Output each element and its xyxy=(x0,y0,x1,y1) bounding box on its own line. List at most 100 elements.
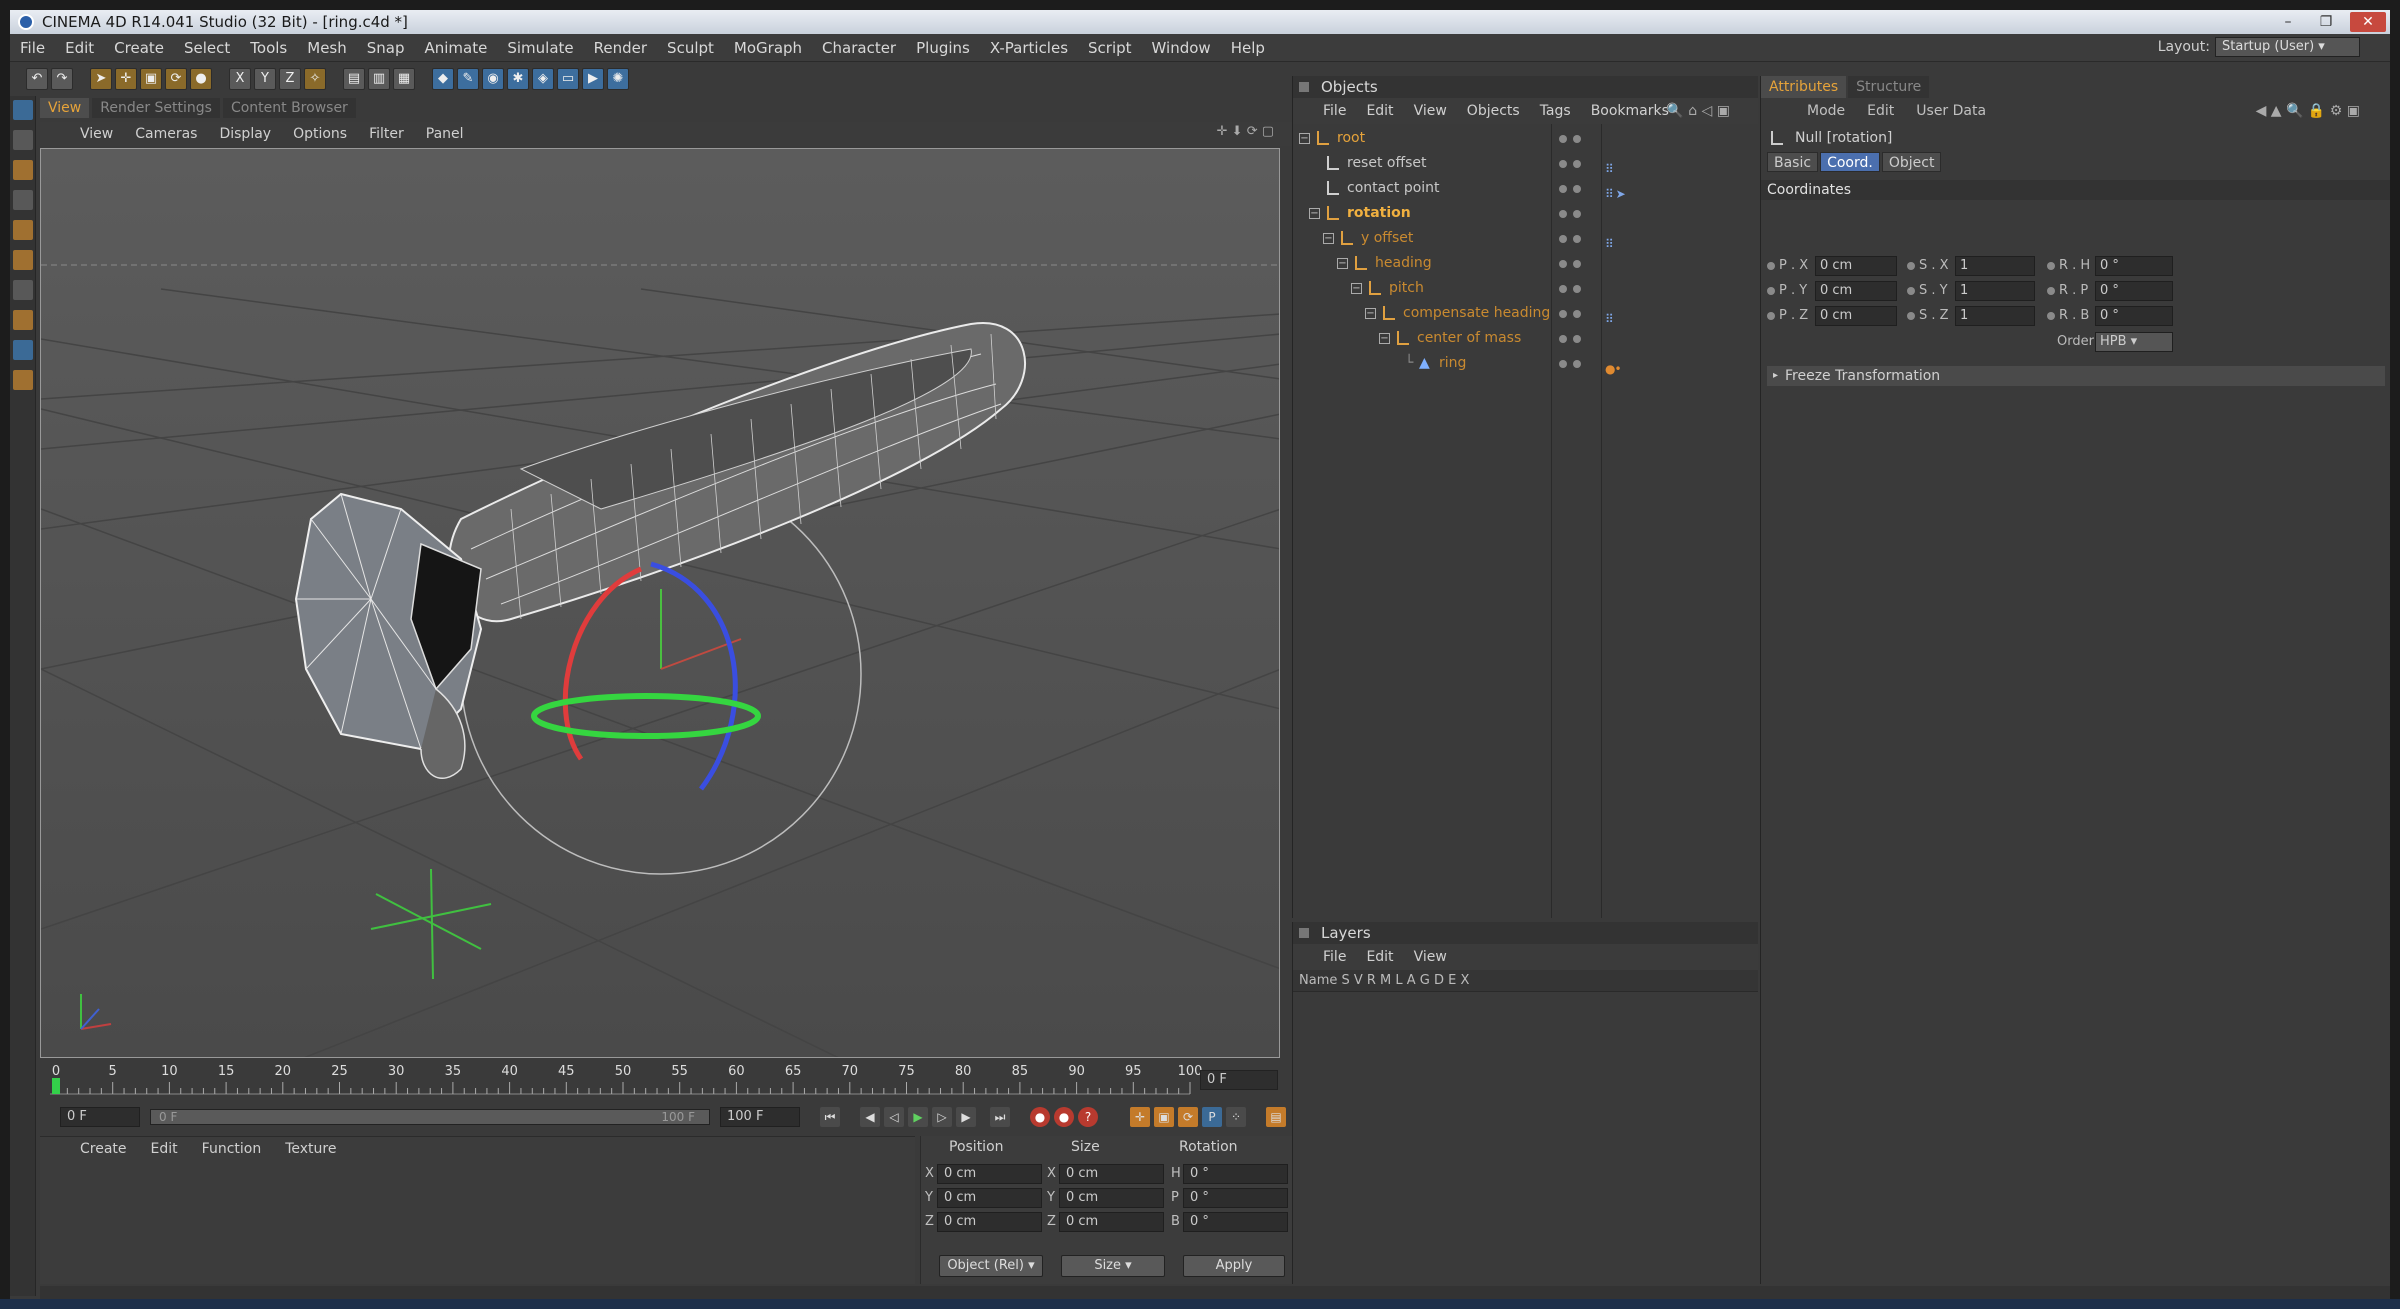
editor-visibility-dot[interactable] xyxy=(1559,185,1567,193)
axis-mode-icon[interactable] xyxy=(13,280,33,300)
selection-tool-icon[interactable]: ➤ xyxy=(90,68,112,90)
editor-visibility-dot[interactable] xyxy=(1559,310,1567,318)
panel-grip-icon[interactable] xyxy=(1299,928,1309,938)
workplane-mode-icon[interactable] xyxy=(13,160,33,180)
attributes-nav-icons[interactable]: ◀ ▲ 🔍 🔒 ⚙ ▣ xyxy=(2256,98,2360,124)
3d-viewport[interactable] xyxy=(40,148,1280,1058)
x-axis-lock-icon[interactable]: X xyxy=(229,68,251,90)
points-mode-icon[interactable] xyxy=(13,190,33,210)
object-row-center-of-mass[interactable]: − center of mass xyxy=(1293,326,1759,351)
freeze-transformation-group[interactable]: ▸ Freeze Transformation xyxy=(1767,366,2385,386)
material-menu-create[interactable]: Create xyxy=(80,1141,127,1157)
objects-search-home-icons[interactable]: 🔍 ⌂ ◁ ▣ xyxy=(1666,98,1730,124)
attributes-menu-user-data[interactable]: User Data xyxy=(1916,98,1986,124)
coordinate-system-icon[interactable]: ✧ xyxy=(304,68,326,90)
r-b-field[interactable]: 0 ° xyxy=(2095,306,2173,326)
animation-dot[interactable] xyxy=(1767,287,1775,295)
rotate-tool-icon[interactable]: ⟳ xyxy=(165,68,187,90)
menu-mesh[interactable]: Mesh xyxy=(307,39,347,57)
animation-dot[interactable] xyxy=(1907,312,1915,320)
close-button[interactable]: ✕ xyxy=(2350,12,2386,32)
record-active-objects-icon[interactable]: ● xyxy=(1030,1107,1050,1127)
position-x-field[interactable]: 0 cm xyxy=(937,1164,1042,1184)
objects-menu-edit[interactable]: Edit xyxy=(1366,98,1393,124)
z-axis-lock-icon[interactable]: Z xyxy=(279,68,301,90)
object-row-compensate-heading[interactable]: − compensate heading ⠿ xyxy=(1293,301,1759,326)
render-visibility-dot[interactable] xyxy=(1573,310,1581,318)
render-visibility-dot[interactable] xyxy=(1573,260,1581,268)
render-settings-icon[interactable]: ▦ xyxy=(393,68,415,90)
menu-script[interactable]: Script xyxy=(1088,39,1132,57)
render-visibility-dot[interactable] xyxy=(1573,360,1581,368)
go-to-next-key-icon[interactable]: ▶ xyxy=(956,1107,976,1127)
coordinate-mode-dropdown[interactable]: Object (Rel) ▾ xyxy=(939,1255,1043,1277)
menu-x-particles[interactable]: X-Particles xyxy=(990,39,1068,57)
collapse-icon[interactable]: − xyxy=(1309,208,1320,219)
recent-tool-icon[interactable]: ● xyxy=(190,68,212,90)
menu-sculpt[interactable]: Sculpt xyxy=(667,39,714,57)
go-to-end-icon[interactable]: ⏭ xyxy=(990,1107,1010,1127)
go-to-prev-frame-icon[interactable]: ◁ xyxy=(884,1107,904,1127)
play-forward-icon[interactable]: ▶ xyxy=(908,1107,928,1127)
object-row-heading[interactable]: − heading xyxy=(1293,251,1759,276)
render-visibility-dot[interactable] xyxy=(1573,210,1581,218)
p-y-field[interactable]: 0 cm xyxy=(1815,281,1897,301)
record-parameter-icon[interactable]: P xyxy=(1202,1107,1222,1127)
animation-dot[interactable] xyxy=(2047,287,2055,295)
polygons-mode-icon[interactable] xyxy=(13,250,33,270)
viewport-menu-cameras[interactable]: Cameras xyxy=(135,126,197,142)
render-visibility-dot[interactable] xyxy=(1573,160,1581,168)
tab-attributes[interactable]: Attributes xyxy=(1761,76,1847,98)
s-x-field[interactable]: 1 xyxy=(1955,256,2035,276)
menu-mograph[interactable]: MoGraph xyxy=(734,39,802,57)
rotation-h-field[interactable]: 0 ° xyxy=(1183,1164,1288,1184)
editor-visibility-dot[interactable] xyxy=(1559,360,1567,368)
object-row-contact-point[interactable]: contact point ⠿ ➤ xyxy=(1293,176,1759,201)
timeline[interactable]: 0 5 10 15 20 25 30 35 40 45 50 55 60 65 70 75 80 85 90 95 10… xyxy=(40,1064,1280,1098)
size-z-field[interactable]: 0 cm xyxy=(1059,1212,1164,1232)
menu-simulate[interactable]: Simulate xyxy=(507,39,573,57)
y-axis-lock-icon[interactable]: Y xyxy=(254,68,276,90)
phong-tag-icon[interactable]: ●• xyxy=(1605,357,1622,382)
menu-render[interactable]: Render xyxy=(594,39,647,57)
texture-mode-icon[interactable] xyxy=(13,130,33,150)
menu-edit[interactable]: Edit xyxy=(65,39,94,57)
apply-button[interactable]: Apply xyxy=(1183,1255,1285,1277)
min-frame-field[interactable]: 0 F xyxy=(60,1107,140,1127)
current-frame-field[interactable]: 0 F xyxy=(1200,1070,1278,1090)
subtab-basic[interactable]: Basic xyxy=(1767,152,1819,172)
maximize-button[interactable]: ❐ xyxy=(2308,12,2344,32)
render-visibility-dot[interactable] xyxy=(1573,135,1581,143)
playhead[interactable] xyxy=(52,1078,60,1094)
menu-animate[interactable]: Animate xyxy=(425,39,488,57)
render-visibility-dot[interactable] xyxy=(1573,335,1581,343)
minimize-button[interactable]: – xyxy=(2270,12,2306,32)
autokeying-icon[interactable]: ● xyxy=(1054,1107,1074,1127)
objects-menu-bookmarks[interactable]: Bookmarks xyxy=(1591,98,1669,124)
cube-primitive-icon[interactable]: ◆ xyxy=(432,68,454,90)
collapse-icon[interactable]: − xyxy=(1337,258,1348,269)
collapse-icon[interactable]: − xyxy=(1365,308,1376,319)
viewport-menu-filter[interactable]: Filter xyxy=(369,126,404,142)
redo-icon[interactable]: ↷ xyxy=(51,68,73,90)
object-row-pitch[interactable]: − pitch xyxy=(1293,276,1759,301)
r-p-field[interactable]: 0 ° xyxy=(2095,281,2173,301)
menu-select[interactable]: Select xyxy=(184,39,230,57)
material-manager[interactable]: Create Edit Function Texture xyxy=(40,1136,915,1284)
attributes-menu-edit[interactable]: Edit xyxy=(1867,98,1894,124)
record-rotation-icon[interactable]: ⟳ xyxy=(1178,1107,1198,1127)
scene-object-icon[interactable]: ▭ xyxy=(557,68,579,90)
editor-visibility-dot[interactable] xyxy=(1559,135,1567,143)
editor-visibility-dot[interactable] xyxy=(1559,210,1567,218)
rotation-b-field[interactable]: 0 ° xyxy=(1183,1212,1288,1232)
record-scale-icon[interactable]: ▣ xyxy=(1154,1107,1174,1127)
nurbs-icon[interactable]: ◉ xyxy=(482,68,504,90)
max-frame-field[interactable]: 100 F xyxy=(720,1107,800,1127)
editor-visibility-dot[interactable] xyxy=(1559,160,1567,168)
tab-render-settings[interactable]: Render Settings xyxy=(92,98,220,118)
editor-visibility-dot[interactable] xyxy=(1559,285,1567,293)
tab-structure[interactable]: Structure xyxy=(1848,76,1930,98)
menu-snap[interactable]: Snap xyxy=(367,39,405,57)
camera-icon[interactable]: ▶ xyxy=(582,68,604,90)
viewport-navigation-icons[interactable]: ✛ ⬇ ⟳ ▢ xyxy=(1217,124,1274,139)
